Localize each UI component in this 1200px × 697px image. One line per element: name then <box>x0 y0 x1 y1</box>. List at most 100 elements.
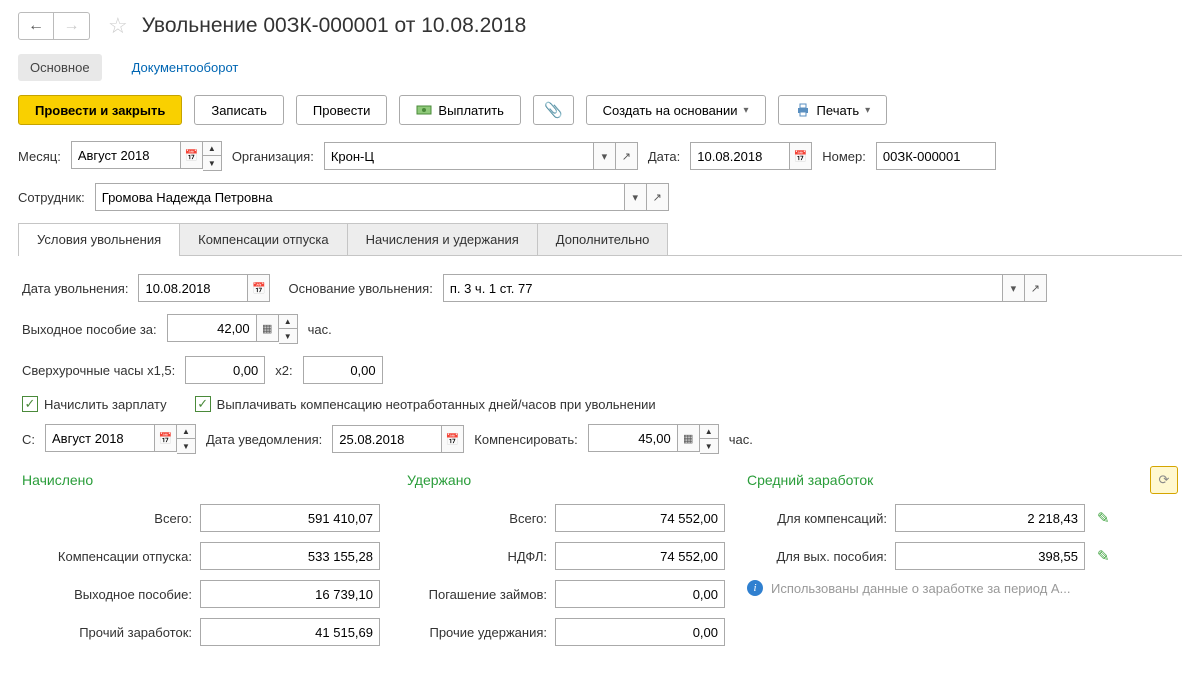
overtime2-input[interactable] <box>303 356 383 384</box>
notice-date-input[interactable] <box>332 425 442 453</box>
info-icon[interactable]: i <box>747 580 763 596</box>
pay-compensation-checkbox[interactable]: ✓ Выплачивать компенсацию неотработанных… <box>195 396 656 412</box>
org-dropdown-icon[interactable]: ▾ <box>594 142 616 170</box>
basis-open-icon[interactable]: ↗ <box>1025 274 1047 302</box>
number-label: Номер: <box>822 149 866 164</box>
chevron-down-icon: ▾ <box>865 105 870 116</box>
month-label: Месяц: <box>18 149 61 164</box>
org-input[interactable] <box>324 142 594 170</box>
tab-accruals[interactable]: Начисления и удержания <box>347 223 538 255</box>
checkmark-icon: ✓ <box>22 396 38 412</box>
number-input[interactable] <box>876 142 996 170</box>
calendar-icon[interactable]: 📅 <box>442 425 464 453</box>
month-up[interactable]: ▲ <box>203 142 221 156</box>
accrued-header: Начислено <box>22 472 407 488</box>
save-button[interactable]: Записать <box>194 95 284 125</box>
avg-sev-label: Для вых. пособия: <box>747 549 887 564</box>
tab-docflow[interactable]: Документооборот <box>120 54 251 81</box>
calculator-icon[interactable]: ▦ <box>678 424 700 452</box>
nav-back-button[interactable]: ← <box>18 12 54 40</box>
attach-button[interactable]: 📎 <box>533 95 574 125</box>
print-button[interactable]: Печать ▾ <box>778 95 888 125</box>
compensate-input[interactable] <box>588 424 678 452</box>
month-down[interactable]: ▼ <box>203 156 221 170</box>
post-and-close-button[interactable]: Провести и закрыть <box>18 95 182 125</box>
severance-up[interactable]: ▲ <box>279 315 297 329</box>
avg-sev-input[interactable] <box>895 542 1085 570</box>
nav-forward-button[interactable]: → <box>54 12 90 40</box>
employee-dropdown-icon[interactable]: ▾ <box>625 183 647 211</box>
accrued-total-input[interactable] <box>200 504 380 532</box>
other-withheld-input[interactable] <box>555 618 725 646</box>
compensate-label: Компенсировать: <box>474 432 577 447</box>
accrue-salary-checkbox[interactable]: ✓ Начислить зарплату <box>22 396 167 412</box>
calculator-icon[interactable]: ▦ <box>257 314 279 342</box>
ndfl-input[interactable] <box>555 542 725 570</box>
employee-input[interactable] <box>95 183 625 211</box>
notice-date-label: Дата уведомления: <box>206 432 322 447</box>
calendar-icon[interactable]: 📅 <box>790 142 812 170</box>
calendar-icon[interactable]: 📅 <box>248 274 270 302</box>
from-up[interactable]: ▲ <box>177 425 195 439</box>
overtime15-input[interactable] <box>185 356 265 384</box>
withheld-total-input[interactable] <box>555 504 725 532</box>
edit-comp-icon[interactable]: ✎ <box>1097 509 1110 527</box>
loan-input[interactable] <box>555 580 725 608</box>
basis-input[interactable] <box>443 274 1003 302</box>
loan-label: Погашение займов: <box>407 587 547 602</box>
org-label: Организация: <box>232 149 314 164</box>
vacation-comp-label: Компенсации отпуска: <box>22 549 192 564</box>
tab-main[interactable]: Основное <box>18 54 102 81</box>
pay-button[interactable]: Выплатить <box>399 95 521 125</box>
dismiss-date-label: Дата увольнения: <box>22 281 128 296</box>
avg-comp-label: Для компенсаций: <box>747 511 887 526</box>
month-input[interactable] <box>71 141 181 169</box>
withheld-header: Удержано <box>407 472 747 488</box>
calendar-icon[interactable]: 📅 <box>181 141 203 169</box>
withheld-total-label: Всего: <box>407 511 547 526</box>
tab-dismissal-conditions[interactable]: Условия увольнения <box>18 223 180 255</box>
favorite-star-icon[interactable]: ☆ <box>108 13 128 39</box>
avg-earnings-header: Средний заработок <box>747 472 873 488</box>
tab-additional[interactable]: Дополнительно <box>537 223 669 255</box>
checkmark-icon: ✓ <box>195 396 211 412</box>
ndfl-label: НДФЛ: <box>407 549 547 564</box>
tab-vacation-comp[interactable]: Компенсации отпуска <box>179 223 348 255</box>
severance-input[interactable] <box>167 314 257 342</box>
severance-total-label: Выходное пособие: <box>22 587 192 602</box>
create-based-on-button[interactable]: Создать на основании ▾ <box>586 95 766 125</box>
overtime15-label: Сверхурочные часы х1,5: <box>22 363 175 378</box>
money-icon <box>416 102 432 118</box>
basis-label: Основание увольнения: <box>288 281 432 296</box>
overtime2-label: х2: <box>275 363 292 378</box>
dismiss-date-input[interactable] <box>138 274 248 302</box>
post-button[interactable]: Провести <box>296 95 388 125</box>
basis-dropdown-icon[interactable]: ▾ <box>1003 274 1025 302</box>
compensate-unit: час. <box>729 432 753 447</box>
other-earnings-input[interactable] <box>200 618 380 646</box>
from-down[interactable]: ▼ <box>177 439 195 453</box>
severance-unit: час. <box>308 322 332 337</box>
employee-label: Сотрудник: <box>18 190 85 205</box>
severance-total-input[interactable] <box>200 580 380 608</box>
employee-open-icon[interactable]: ↗ <box>647 183 669 211</box>
avg-comp-input[interactable] <box>895 504 1085 532</box>
vacation-comp-input[interactable] <box>200 542 380 570</box>
edit-sev-icon[interactable]: ✎ <box>1097 547 1110 565</box>
refresh-icon: ⟳ <box>1159 472 1170 488</box>
other-earnings-label: Прочий заработок: <box>22 625 192 640</box>
comp-down[interactable]: ▼ <box>700 439 718 453</box>
paperclip-icon: 📎 <box>544 101 563 119</box>
calendar-icon[interactable]: 📅 <box>155 424 177 452</box>
info-text: Использованы данные о заработке за перио… <box>771 581 1070 596</box>
date-input[interactable] <box>690 142 790 170</box>
comp-up[interactable]: ▲ <box>700 425 718 439</box>
severance-label: Выходное пособие за: <box>22 322 157 337</box>
from-input[interactable] <box>45 424 155 452</box>
refresh-button[interactable]: ⟳ <box>1150 466 1178 494</box>
org-open-icon[interactable]: ↗ <box>616 142 638 170</box>
severance-down[interactable]: ▼ <box>279 329 297 343</box>
date-label: Дата: <box>648 149 680 164</box>
other-withheld-label: Прочие удержания: <box>407 625 547 640</box>
from-label: С: <box>22 432 35 447</box>
